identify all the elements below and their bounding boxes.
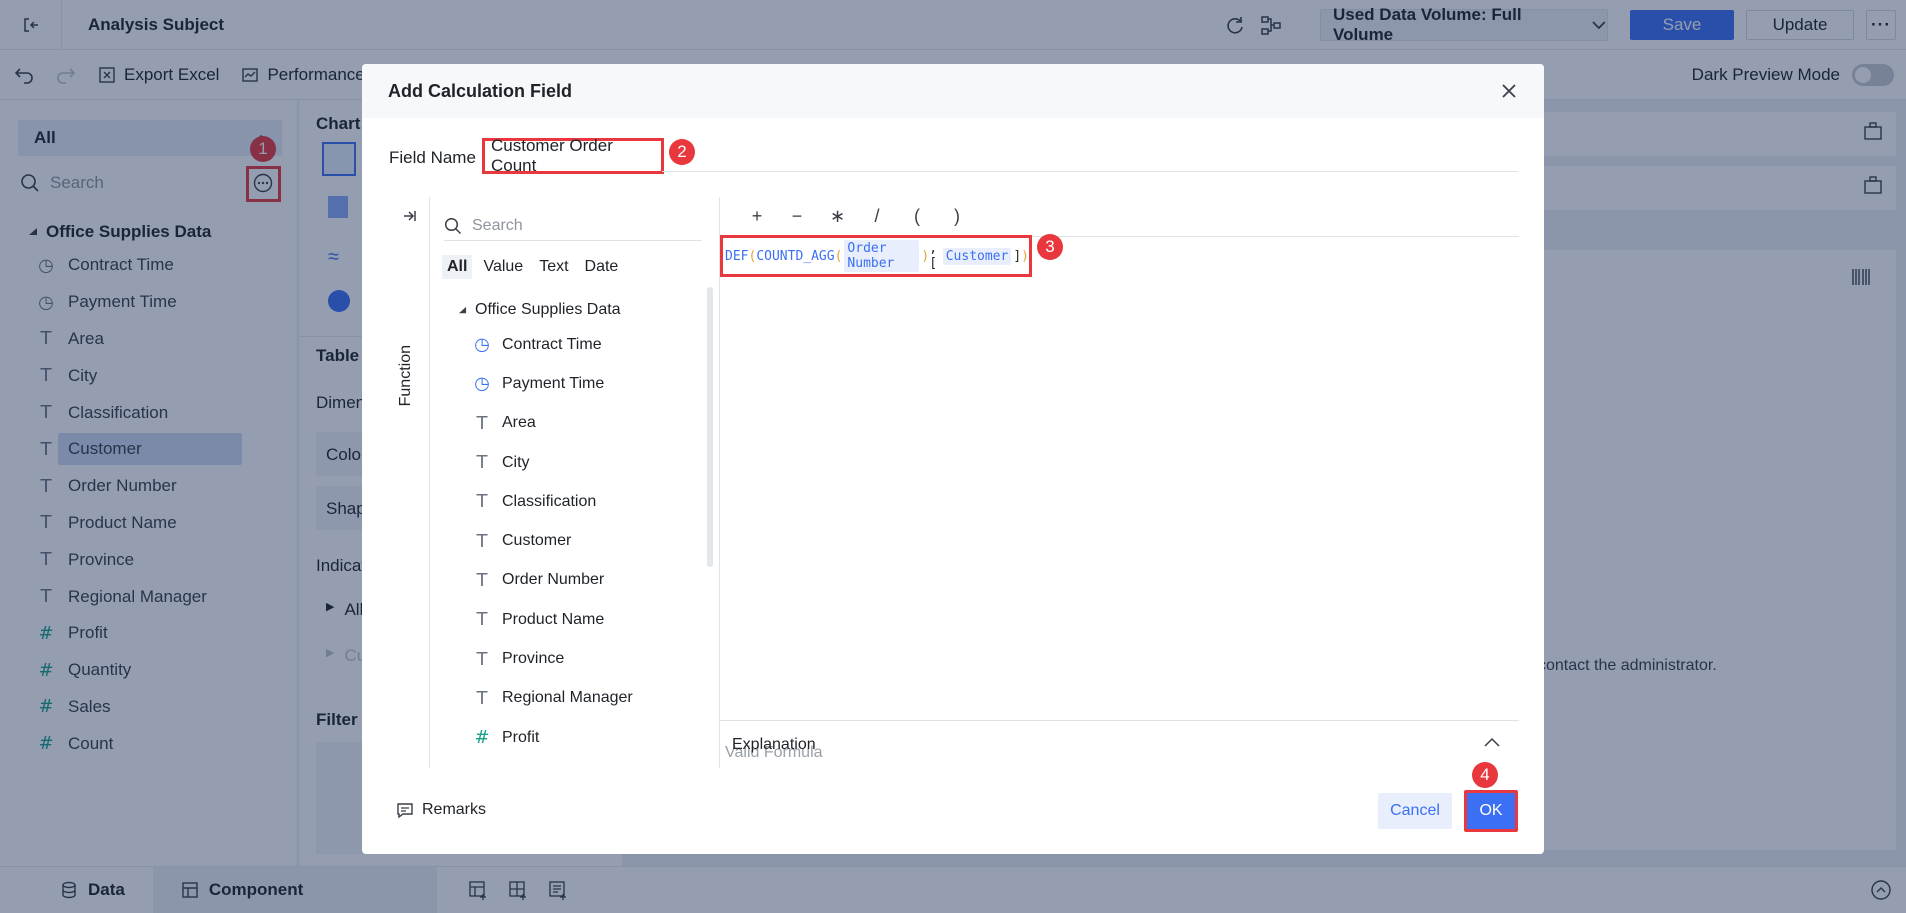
formula-field-customer: Customer — [942, 247, 1012, 265]
formula-editor: + − ∗ / ( ) DEF(COUNTD_AGG(Order Number)… — [720, 197, 1519, 768]
dialog-tree-root[interactable]: Office Supplies Data — [458, 295, 698, 325]
text-icon: T — [476, 530, 488, 552]
dialog-field-item[interactable]: # Profit — [458, 718, 698, 757]
field-list-panel: Search All Value Text Date Office Suppli… — [430, 197, 720, 768]
dialog-search-placeholder: Search — [472, 216, 523, 234]
divide-operator[interactable]: / — [870, 206, 884, 227]
dialog-field-search[interactable]: Search — [444, 211, 702, 241]
field-label: Product Name — [502, 610, 605, 628]
expand-right-icon — [404, 211, 416, 221]
dialog-field-item[interactable]: ◷ Contract Time — [458, 325, 698, 364]
comment-icon — [397, 803, 413, 819]
dialog-field-item[interactable]: T Area — [458, 404, 698, 443]
open-paren-operator[interactable]: ( — [910, 206, 924, 227]
dialog-tree-root-label: Office Supplies Data — [475, 301, 621, 318]
multiply-operator[interactable]: ∗ — [830, 206, 845, 227]
field-name-label: Field Name — [389, 148, 476, 167]
function-label: Function — [397, 345, 414, 407]
annotation-marker: 3 — [1037, 234, 1063, 260]
text-icon: T — [476, 491, 488, 513]
close-button[interactable] — [1496, 78, 1522, 104]
dialog-field-item[interactable]: T Province — [458, 639, 698, 678]
formula-fn-countd: COUNTD_AGG — [756, 248, 835, 264]
dialog-field-item[interactable]: T City — [458, 443, 698, 482]
text-icon: T — [476, 452, 488, 474]
formula-fn-def: DEF — [725, 248, 749, 264]
tab-all[interactable]: All — [442, 255, 473, 279]
dialog-field-item[interactable]: T Customer — [458, 521, 698, 560]
explanation-label: Explanation — [732, 735, 816, 753]
field-label: Regional Manager — [502, 689, 633, 707]
annotation-marker: 2 — [669, 139, 695, 165]
field-name-input[interactable]: Customer Order Count — [482, 136, 664, 175]
field-label: Customer — [502, 532, 572, 550]
dialog-field-item[interactable]: T Order Number — [458, 561, 698, 600]
text-icon: T — [476, 609, 488, 631]
dialog-field-tree: Office Supplies Data ◷ Contract Time ◷ Pay… — [458, 295, 698, 757]
formula-input[interactable]: DEF(COUNTD_AGG(Order Number) ,[Customer]) — [720, 235, 1032, 277]
dialog-field-item[interactable]: T Product Name — [458, 600, 698, 639]
annotation-marker: 4 — [1472, 762, 1498, 788]
add-calculation-field-dialog: Add Calculation Field Field Name Custome… — [362, 64, 1544, 854]
tab-text[interactable]: Text — [534, 255, 573, 279]
minus-operator[interactable]: − — [790, 206, 804, 227]
explanation-section[interactable]: Explanation — [720, 720, 1519, 768]
close-paren-operator[interactable]: ) — [950, 206, 964, 227]
field-label: City — [502, 453, 530, 471]
field-label: Order Number — [502, 571, 605, 589]
text-icon: T — [476, 648, 488, 670]
remarks-button[interactable]: Remarks — [396, 801, 486, 819]
dialog-header: Add Calculation Field — [362, 64, 1544, 118]
dialog-field-item[interactable]: T Classification — [458, 482, 698, 521]
text-icon: T — [476, 412, 488, 434]
formula-field-order-number: Order Number — [844, 240, 920, 272]
field-label: Province — [502, 650, 565, 668]
tab-date[interactable]: Date — [580, 255, 624, 279]
number-icon: # — [474, 727, 490, 749]
clock-icon: ◷ — [474, 373, 490, 395]
operator-bar: + − ∗ / ( ) — [720, 197, 1519, 237]
field-label: Contract Time — [502, 335, 602, 353]
tab-value[interactable]: Value — [478, 255, 528, 279]
dialog-field-item[interactable]: T Regional Manager — [458, 679, 698, 718]
dialog-field-item[interactable]: ◷ Payment Time — [458, 364, 698, 403]
field-label: Profit — [502, 728, 540, 746]
function-panel-toggle[interactable]: Function — [389, 197, 430, 768]
close-icon — [1502, 84, 1516, 98]
chevron-up-icon — [1484, 737, 1500, 747]
search-icon — [444, 217, 462, 234]
plus-operator[interactable]: + — [750, 206, 764, 227]
field-list-scrollbar[interactable] — [707, 287, 713, 567]
clock-icon: ◷ — [474, 334, 490, 356]
remarks-label: Remarks — [422, 801, 487, 818]
cancel-button[interactable]: Cancel — [1378, 793, 1452, 829]
ok-button[interactable]: OK — [1464, 790, 1518, 832]
type-filter-tabs: All Value Text Date — [442, 255, 623, 279]
field-label: Classification — [502, 492, 597, 510]
dialog-title: Add Calculation Field — [388, 80, 573, 101]
text-icon: T — [476, 687, 488, 709]
field-label: Area — [502, 414, 536, 432]
caret-down-icon — [458, 306, 467, 313]
field-label: Payment Time — [502, 374, 605, 392]
text-icon: T — [476, 569, 488, 591]
